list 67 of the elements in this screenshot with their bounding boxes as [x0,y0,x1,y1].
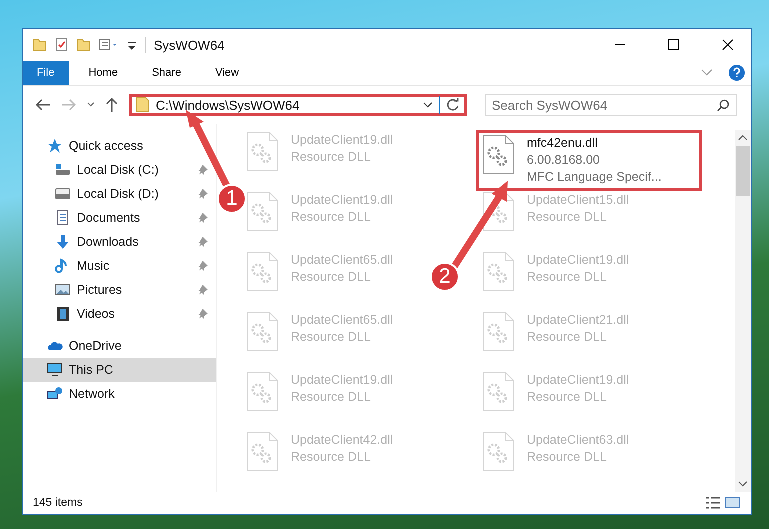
window-title: SysWOW64 [154,38,225,52]
scroll-up-icon[interactable] [738,134,748,142]
sidebar-item[interactable]: Pictures [23,278,216,302]
expand-ribbon-icon[interactable] [701,69,713,77]
sidebar-item[interactable]: This PC [23,358,216,382]
scrollbar[interactable] [735,130,751,492]
sidebar-item[interactable]: Network [23,382,216,406]
gear-file-icon [483,312,515,352]
gear-file-icon [247,432,279,472]
item-count: 145 items [33,497,83,509]
pin-icon[interactable] [198,237,208,247]
pin-icon[interactable] [198,309,208,319]
system-drive-icon [55,162,71,178]
view-options-icon[interactable] [99,38,119,52]
folder-icon[interactable] [33,38,47,52]
details-view-icon[interactable] [705,496,721,510]
gear-file-icon [483,135,515,175]
scroll-thumb[interactable] [736,146,750,196]
document-icon [55,210,71,226]
drive-icon [55,186,71,202]
gear-file-icon [247,372,279,412]
scroll-down-icon[interactable] [738,480,748,488]
refresh-icon[interactable] [446,98,460,112]
download-arrow-icon [55,234,71,250]
pin-icon[interactable] [198,285,208,295]
gear-file-icon [247,192,279,232]
gear-file-icon [483,192,515,232]
monitor-icon [47,362,63,378]
up-arrow-icon[interactable] [105,97,119,113]
sidebar-item[interactable]: Local Disk (C:) [23,158,216,182]
gear-file-icon [483,252,515,292]
gear-file-icon [247,312,279,352]
pin-icon[interactable] [198,165,208,175]
search-field[interactable]: Search SysWOW64 [485,94,737,116]
sidebar-item[interactable]: Documents [23,206,216,230]
recent-dropdown-icon[interactable] [87,102,95,108]
address-bar[interactable]: C:\Windows\SysWOW64 [129,94,467,116]
pin-icon[interactable] [198,261,208,271]
sidebar-item[interactable]: OneDrive [23,334,216,358]
sidebar-item[interactable]: Music [23,254,216,278]
gear-file-icon [483,372,515,412]
back-arrow-icon[interactable] [35,98,51,112]
film-icon [55,306,71,322]
gear-file-icon [483,432,515,472]
properties-icon[interactable] [55,38,69,52]
sidebar-item[interactable]: Downloads [23,230,216,254]
ribbon-tab[interactable]: Share [138,61,196,85]
sidebar-item[interactable]: Videos [23,302,216,326]
gear-file-icon [247,132,279,172]
sidebar-item[interactable]: Quick access [23,134,216,158]
ribbon-tab[interactable]: Home [74,61,132,85]
pin-icon[interactable] [198,213,208,223]
star-icon [47,138,63,154]
help-icon[interactable] [729,65,745,81]
pin-icon[interactable] [198,189,208,199]
ribbon-tab[interactable]: File [23,61,69,85]
ribbon-tab[interactable]: View [201,61,254,85]
new-folder-icon[interactable] [77,38,91,52]
search-icon[interactable] [717,99,730,112]
network-icon [47,386,63,402]
large-icons-view-icon[interactable] [725,496,741,510]
folder-icon [136,97,150,113]
dropdown-caret-icon[interactable] [423,102,433,108]
gear-file-icon [247,252,279,292]
picture-icon [55,282,71,298]
sidebar-item[interactable]: Local Disk (D:) [23,182,216,206]
file-item[interactable]: mfc42enu.dll 6.00.8168.00 MFC Language Specif... [476,130,702,191]
